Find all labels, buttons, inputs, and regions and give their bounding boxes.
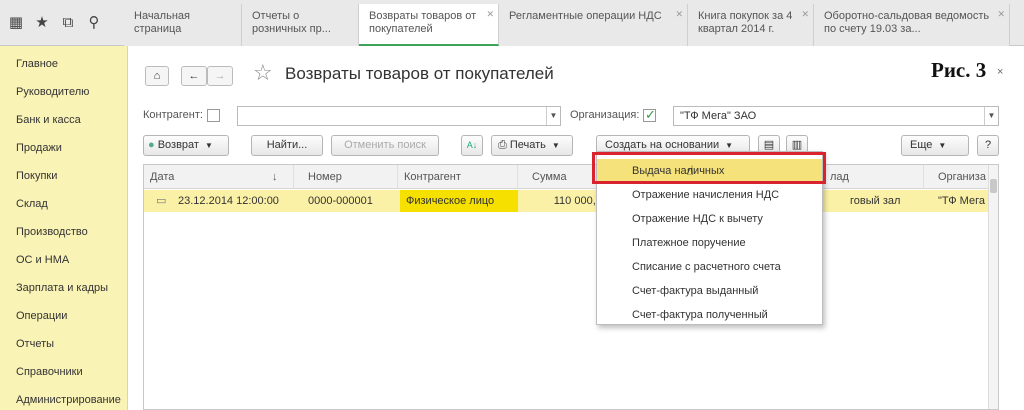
menu-item-payment-order[interactable]: Платежное поручение <box>597 231 822 255</box>
forward-button[interactable]: → <box>207 66 233 86</box>
menu-item-account-writeoff[interactable]: Списание с расчетного счета <box>597 255 822 279</box>
sidebar-item-bank[interactable]: Банк и касса <box>0 106 127 134</box>
printer-icon: ⎙ <box>498 139 507 151</box>
counterparty-checkbox[interactable] <box>207 109 220 122</box>
vertical-scrollbar[interactable] <box>988 165 998 409</box>
counterparty-field[interactable]: ▼ <box>237 106 561 126</box>
sidebar-item-purchases[interactable]: Покупки <box>0 162 127 190</box>
tab-retail-reports[interactable]: Отчеты о розничных пр... <box>242 4 359 46</box>
sidebar-item-main[interactable]: Главное <box>0 50 127 78</box>
sort-az-icon[interactable]: A↓ <box>461 135 483 156</box>
tab-vat-operations[interactable]: Регламентные операции НДС ✕ <box>499 4 688 46</box>
table-header: Дата ↓ Номер Контрагент Сумма лад Организ… <box>144 165 998 189</box>
returns-table: Дата ↓ Номер Контрагент Сумма лад Организ… <box>143 164 999 410</box>
chevron-down-icon[interactable]: ▼ <box>984 107 998 125</box>
back-arrow-icon: ← <box>188 70 200 82</box>
home-icon: ⌂ <box>153 70 161 82</box>
apps-grid-icon[interactable]: ▦ <box>8 15 24 31</box>
tab-close-icon[interactable]: ✕ <box>801 8 809 21</box>
close-icon[interactable]: × <box>997 66 1003 78</box>
tab-turnover-balance[interactable]: Оборотно-сальдовая ведомость по счету 19… <box>814 4 1010 46</box>
gear-icon: ● <box>148 139 155 151</box>
row-counterparty: Физическое лицо <box>400 190 518 212</box>
column-date[interactable]: Дата ↓ <box>144 165 294 189</box>
menu-item-vat-deduction[interactable]: Отражение НДС к вычету <box>597 207 822 231</box>
forward-arrow-icon: → <box>214 70 226 82</box>
scrollbar-thumb[interactable] <box>990 179 997 193</box>
tab-customer-returns[interactable]: Возвраты товаров от покупателей ✕ <box>359 4 499 46</box>
chevron-down-icon[interactable]: ▼ <box>546 107 560 125</box>
tab-strip: Начальная страница Отчеты о розничных пр… <box>124 4 1010 46</box>
chevron-down-icon: ▼ <box>204 141 213 150</box>
sidebar-item-warehouse[interactable]: Склад <box>0 190 127 218</box>
menu-item-invoice-issued[interactable]: Счет-фактура выданный <box>597 279 822 303</box>
sidebar-item-sales[interactable]: Продажи <box>0 134 127 162</box>
tab-home[interactable]: Начальная страница <box>124 4 242 46</box>
sort-down-icon: ↓ <box>272 171 278 183</box>
favorite-star-icon[interactable]: ☆ <box>253 60 273 86</box>
document-posted-icon: ▭ <box>156 195 167 207</box>
chevron-down-icon: ▼ <box>551 141 560 150</box>
page-title: Возвраты товаров от покупателей <box>285 64 554 83</box>
menu-item-vat-accrual[interactable]: Отражение начисления НДС <box>597 183 822 207</box>
tab-close-icon[interactable]: ✕ <box>486 8 494 21</box>
sidebar: Главное Руководителю Банк и касса Продаж… <box>0 46 128 410</box>
chevron-down-icon: ▼ <box>938 141 947 150</box>
back-button[interactable]: ← <box>181 66 207 86</box>
home-button[interactable]: ⌂ <box>145 66 169 86</box>
chevron-down-icon: ▼ <box>725 141 734 150</box>
mouse-pointer-icon: ☝ <box>686 163 694 178</box>
row-warehouse: говый зал <box>850 195 901 207</box>
history-icon[interactable]: ⧉ <box>60 15 76 31</box>
counterparty-label: Контрагент: <box>143 109 203 121</box>
print-button[interactable]: ⎙ Печать ▼ <box>491 135 573 156</box>
sidebar-item-production[interactable]: Производство <box>0 218 127 246</box>
sidebar-item-assets[interactable]: ОС и НМА <box>0 246 127 274</box>
sidebar-item-operations[interactable]: Операции <box>0 302 127 330</box>
row-organization: "ТФ Мега <box>938 195 985 207</box>
main-content: ⌂ ← → ☆ Возвраты товаров от покупателей … <box>129 46 1024 410</box>
tab-close-icon[interactable]: ✕ <box>675 8 683 21</box>
more-button[interactable]: Еще ▼ <box>901 135 969 156</box>
table-row[interactable]: ▭ 23.12.2014 12:00:00 0000-000001 Физиче… <box>144 190 990 212</box>
column-counterparty[interactable]: Контрагент <box>398 165 518 189</box>
column-organization[interactable]: Организа <box>932 165 990 189</box>
row-date: 23.12.2014 12:00:00 <box>178 195 279 207</box>
organization-field[interactable]: "ТФ Мега" ЗАО ▼ <box>673 106 999 126</box>
tab-close-icon[interactable]: ✕ <box>997 8 1005 21</box>
menu-item-invoice-received[interactable]: Счет-фактура полученный <box>597 303 822 327</box>
search-icon[interactable]: ⚲ <box>86 15 102 31</box>
sidebar-item-payroll[interactable]: Зарплата и кадры <box>0 274 127 302</box>
return-button[interactable]: ● Возврат ▼ <box>143 135 229 156</box>
tab-purchase-book[interactable]: Книга покупок за 4 квартал 2014 г. ✕ <box>688 4 814 46</box>
help-button[interactable]: ? <box>977 135 999 156</box>
star-icon[interactable]: ★ <box>34 15 50 31</box>
figure-annotation: Рис. 3 <box>931 58 987 82</box>
sidebar-item-directories[interactable]: Справочники <box>0 358 127 386</box>
highlight-annotation-box <box>592 152 826 184</box>
top-icons: ▦ ★ ⧉ ⚲ <box>0 0 122 46</box>
sidebar-item-admin[interactable]: Администрирование <box>0 386 127 410</box>
column-number[interactable]: Номер <box>302 165 398 189</box>
row-number: 0000-000001 <box>308 195 373 207</box>
organization-label: Организация: <box>570 109 640 121</box>
sidebar-item-reports[interactable]: Отчеты <box>0 330 127 358</box>
find-button[interactable]: Найти... <box>251 135 323 156</box>
column-warehouse[interactable]: лад <box>824 165 924 189</box>
sidebar-item-manager[interactable]: Руководителю <box>0 78 127 106</box>
top-bar: ▦ ★ ⧉ ⚲ Начальная страница Отчеты о розн… <box>0 0 1024 46</box>
organization-checkbox[interactable] <box>643 107 656 123</box>
cancel-search-button[interactable]: Отменить поиск <box>331 135 439 156</box>
